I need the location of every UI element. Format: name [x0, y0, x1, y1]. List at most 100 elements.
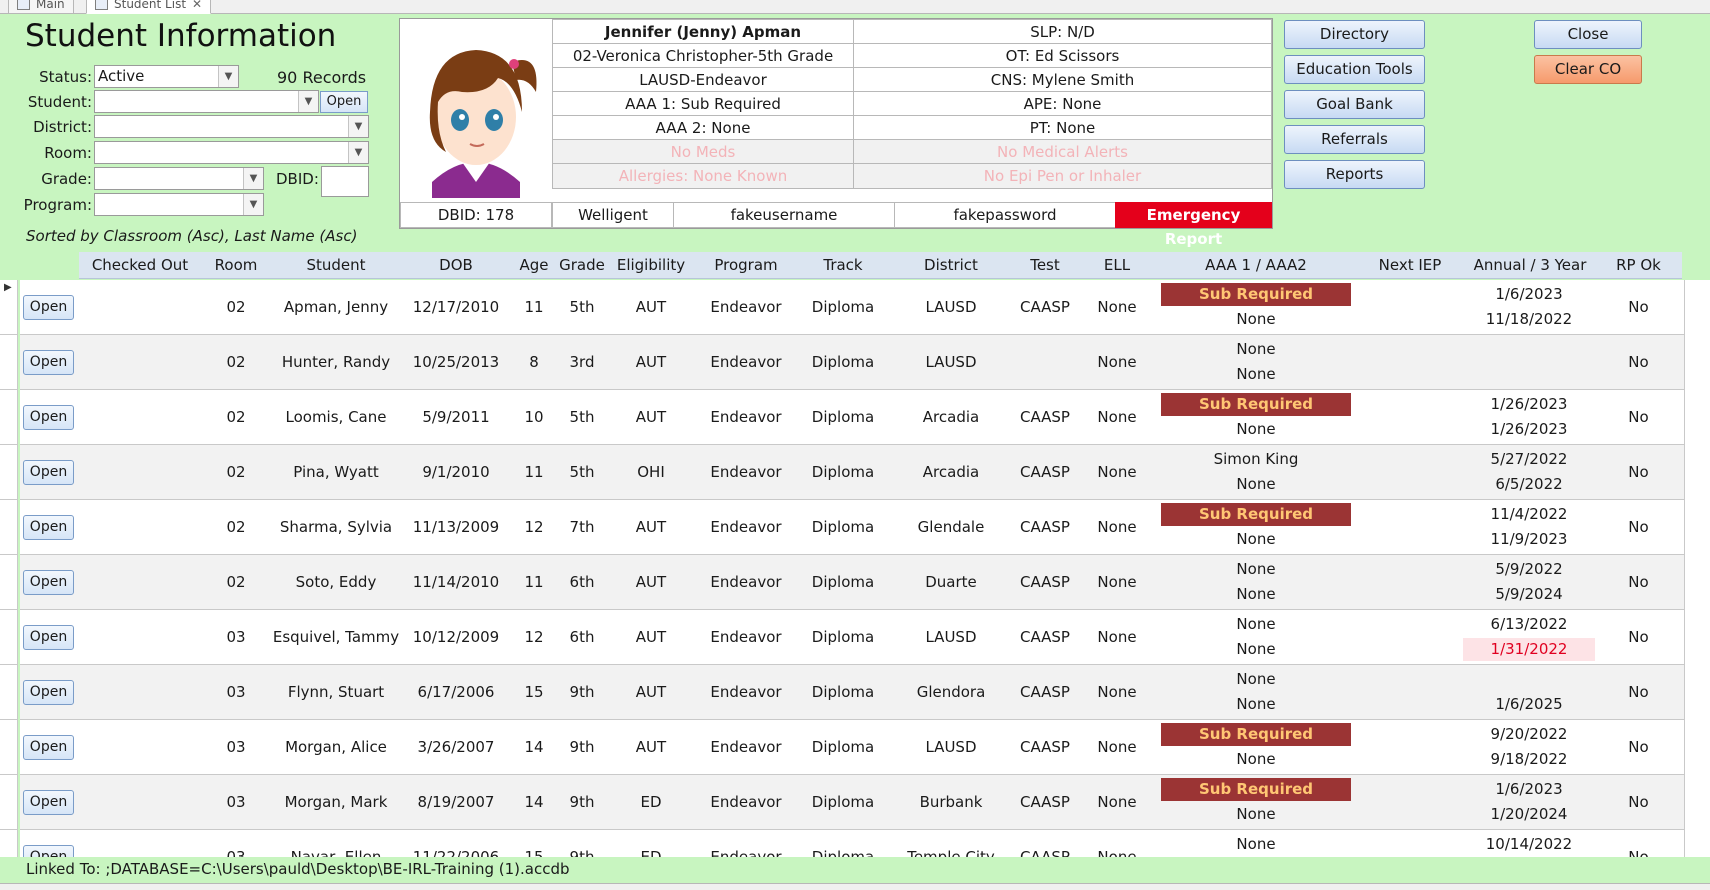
student-grid: ▶ Open 02 Apman, Jenny 12/17/2010 11 5th AUT End… [0, 280, 1710, 857]
record-selector[interactable]: ▶ [0, 280, 18, 335]
emergency-report-button[interactable]: Emergency Report [1115, 202, 1272, 248]
linked-database-status: Linked To: ;DATABASE=C:\Users\pauld\Desk… [0, 857, 1710, 883]
row-open-button[interactable]: Open [23, 295, 74, 320]
password-field: fakepassword [894, 202, 1116, 228]
district-combo[interactable]: ▼ [94, 115, 369, 138]
cell-room: 03 [226, 683, 246, 701]
cell-test: CAASP [1020, 738, 1070, 756]
cell-dob: 10/12/2009 [412, 628, 500, 646]
table-row: Open 03 Morgan, Alice 3/26/2007 14 9th AUT Ende… [20, 720, 1684, 775]
row-open-button[interactable]: Open [23, 460, 74, 485]
row-open-button[interactable]: Open [23, 735, 74, 760]
grid-scroll-area[interactable] [1684, 280, 1710, 857]
chevron-down-icon[interactable]: ▼ [243, 168, 263, 189]
directory-button[interactable]: Directory [1284, 20, 1425, 49]
chevron-down-icon[interactable]: ▼ [348, 116, 368, 137]
cell-rp-ok: No [1628, 408, 1649, 426]
annual-date: 1/6/2023 [1495, 285, 1563, 303]
grade-combo[interactable]: ▼ [94, 167, 264, 190]
row-open-button[interactable]: Open [23, 405, 74, 430]
meds-info: No Meds [552, 139, 854, 165]
row-open-button[interactable]: Open [23, 515, 74, 540]
cell-program: Endeavor [710, 518, 782, 536]
clear-co-button[interactable]: Clear CO [1534, 55, 1642, 84]
dbid-input[interactable] [321, 166, 369, 197]
col-eligibility[interactable]: Eligibility [607, 252, 695, 279]
col-district[interactable]: District [889, 252, 1013, 279]
cell-district: LAUSD [925, 738, 977, 756]
close-tab-icon[interactable]: ✕ [192, 0, 202, 11]
row-open-button[interactable]: Open [23, 790, 74, 815]
room-combo[interactable]: ▼ [94, 141, 369, 164]
goal-bank-button[interactable]: Goal Bank [1284, 90, 1425, 119]
col-track[interactable]: Track [797, 252, 889, 279]
ot-info: OT: Ed Scissors [853, 43, 1272, 69]
col-aaa[interactable]: AAA 1 / AAA2 [1157, 252, 1355, 279]
tab-main[interactable]: Main [8, 0, 74, 14]
chevron-down-icon[interactable]: ▼ [348, 142, 368, 163]
cell-age: 11 [524, 298, 544, 316]
cell-ell: None [1097, 518, 1137, 536]
aaa2-value: None [1236, 475, 1276, 493]
col-dob[interactable]: DOB [401, 252, 511, 279]
cell-elig: AUT [635, 518, 667, 536]
close-button[interactable]: Close [1534, 20, 1642, 49]
row-open-button[interactable]: Open [23, 570, 74, 595]
program-combo[interactable]: ▼ [94, 193, 264, 216]
table-row: Open 03 Navar, Ellen 11/22/2006 15 9th ED Endea… [20, 830, 1684, 857]
row-open-button[interactable]: Open [23, 350, 74, 375]
record-selector[interactable] [0, 665, 18, 720]
district-program: LAUSD-Endeavor [552, 67, 854, 93]
row-open-button[interactable]: Open [23, 845, 74, 857]
referrals-button[interactable]: Referrals [1284, 125, 1425, 154]
col-room[interactable]: Room [201, 252, 271, 279]
chevron-down-icon[interactable]: ▼ [243, 194, 263, 215]
col-student[interactable]: Student [271, 252, 401, 279]
col-annual[interactable]: Annual / 3 Year [1465, 252, 1595, 279]
aaa1-sub-required-badge: Sub Required [1161, 283, 1351, 306]
col-grade[interactable]: Grade [557, 252, 607, 279]
record-selector[interactable] [0, 390, 18, 445]
annual-date: 10/14/2022 [1485, 835, 1573, 853]
education-tools-button[interactable]: Education Tools [1284, 55, 1425, 84]
student-combo[interactable]: ▼ [94, 90, 319, 113]
col-test[interactable]: Test [1013, 252, 1077, 279]
record-selector[interactable] [0, 720, 18, 775]
record-selector[interactable] [0, 500, 18, 555]
tab-student-list[interactable]: Student List ✕ [86, 0, 212, 14]
record-selector[interactable] [0, 555, 18, 610]
row-open-button[interactable]: Open [23, 680, 74, 705]
cell-test: CAASP [1020, 573, 1070, 591]
chevron-down-icon[interactable]: ▼ [298, 91, 318, 112]
col-next-iep[interactable]: Next IEP [1355, 252, 1465, 279]
cell-ell: None [1097, 573, 1137, 591]
cell-room: 03 [226, 628, 246, 646]
cell-district: Burbank [919, 793, 983, 811]
reports-button[interactable]: Reports [1284, 160, 1425, 189]
record-selector[interactable] [0, 445, 18, 500]
record-selector[interactable] [0, 610, 18, 665]
cell-track: Diploma [811, 463, 875, 481]
record-selector[interactable] [0, 775, 18, 830]
aaa1-value: None [1236, 340, 1276, 358]
col-age[interactable]: Age [511, 252, 557, 279]
room-label: Room: [44, 144, 92, 162]
district-label: District: [33, 118, 92, 136]
col-rp-ok[interactable]: RP Ok [1595, 252, 1682, 279]
open-student-button[interactable]: Open [320, 91, 368, 113]
three-year-date: 5/9/2024 [1495, 585, 1563, 603]
sort-description: Sorted by Classroom (Asc), Last Name (As… [26, 227, 358, 245]
col-ell[interactable]: ELL [1077, 252, 1157, 279]
col-checked-out[interactable]: Checked Out [79, 252, 201, 279]
record-selector[interactable] [0, 830, 18, 857]
cell-dob: 10/25/2013 [412, 353, 500, 371]
chevron-down-icon[interactable]: ▼ [218, 66, 238, 87]
row-open-button[interactable]: Open [23, 625, 74, 650]
status-combo[interactable]: Active ▼ [94, 65, 239, 88]
col-program[interactable]: Program [695, 252, 797, 279]
record-selector[interactable] [0, 335, 18, 390]
document-tab-strip: Main Student List ✕ [0, 0, 1710, 14]
cell-student: Hunter, Randy [281, 353, 391, 371]
annual-date: 5/27/2022 [1490, 450, 1568, 468]
cell-ell: None [1097, 628, 1137, 646]
